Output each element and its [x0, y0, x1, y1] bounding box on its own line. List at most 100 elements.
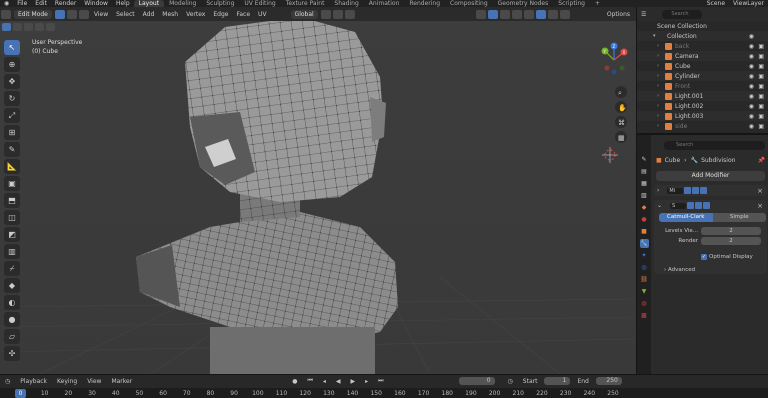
- extrude-tool-icon[interactable]: ⬒: [4, 193, 20, 208]
- physics-tab-icon[interactable]: ◎: [640, 263, 649, 272]
- timeline-editor-icon[interactable]: ◷: [0, 378, 15, 385]
- workspace-tab-shading[interactable]: Shading: [329, 0, 363, 7]
- menu-help[interactable]: Help: [112, 0, 134, 7]
- blender-logo-icon[interactable]: ◉: [0, 0, 13, 7]
- properties-search-input[interactable]: Search: [664, 141, 765, 150]
- loop-cut-tool-icon[interactable]: ▥: [4, 244, 20, 259]
- add-cube-tool-icon[interactable]: ▣: [4, 176, 20, 191]
- inset-tool-icon[interactable]: ◫: [4, 210, 20, 225]
- workspace-tab-uv-editing[interactable]: UV Editing: [239, 0, 280, 7]
- eye-icon[interactable]: ◉: [749, 43, 754, 50]
- viewport-menu-vertex[interactable]: Vertex: [182, 11, 209, 18]
- eye-icon[interactable]: ◉: [749, 123, 754, 130]
- viewport-menu-face[interactable]: Face: [232, 11, 254, 18]
- outliner-search-input[interactable]: Search: [662, 9, 703, 19]
- tool-tab-icon[interactable]: ✎: [640, 155, 649, 164]
- item-expand-icon[interactable]: ›: [657, 53, 659, 59]
- edit-mode-toggle-icon[interactable]: [687, 202, 695, 209]
- item-expand-icon[interactable]: ›: [657, 93, 659, 99]
- workspace-tab-scripting[interactable]: Scripting: [553, 0, 590, 7]
- outliner-item[interactable]: › back ◉ ▣: [637, 41, 768, 51]
- move-tool-icon[interactable]: ✥: [4, 74, 20, 89]
- modifier-collapse-icon[interactable]: ⌄: [657, 202, 662, 209]
- constraints-tab-icon[interactable]: ⛓: [640, 275, 649, 284]
- viewport-menu-edge[interactable]: Edge: [209, 11, 232, 18]
- jump-start-icon[interactable]: ⏮: [302, 377, 317, 385]
- viewport-toggle-icon[interactable]: [695, 202, 703, 209]
- render-toggle-icon[interactable]: [700, 187, 708, 194]
- remove-modifier-icon[interactable]: ×: [757, 202, 763, 210]
- select-mode-new-icon[interactable]: [2, 22, 11, 31]
- viewport-menu-mesh[interactable]: Mesh: [158, 11, 182, 18]
- item-expand-icon[interactable]: ›: [657, 63, 659, 69]
- smooth-tool-icon[interactable]: ●: [4, 312, 20, 327]
- workspace-tab-modeling[interactable]: Modeling: [164, 0, 201, 7]
- collection-expand-icon[interactable]: ▾: [653, 33, 656, 39]
- scale-tool-icon[interactable]: ⤢: [4, 108, 20, 123]
- eye-icon[interactable]: ◉: [749, 63, 754, 70]
- knife-tool-icon[interactable]: ⌿: [4, 261, 20, 276]
- xray-icon[interactable]: [511, 9, 522, 19]
- item-expand-icon[interactable]: ›: [657, 103, 659, 109]
- outliner-item[interactable]: › Front ◉ ▣: [637, 81, 768, 91]
- workspace-tab-sculpting[interactable]: Sculpting: [201, 0, 239, 7]
- pin-icon[interactable]: 📌: [758, 157, 765, 164]
- 3d-viewport[interactable]: Edit Mode View Select Add Mesh Vertex Ed…: [0, 7, 636, 374]
- pan-hand-icon[interactable]: ✋: [615, 101, 627, 113]
- render-levels-input[interactable]: 2: [701, 237, 761, 245]
- eye-icon[interactable]: ◉: [749, 113, 754, 120]
- levels-viewport-input[interactable]: 2: [701, 227, 761, 235]
- outliner-item[interactable]: › Light.003 ◉ ▣: [637, 111, 768, 121]
- menu-render[interactable]: Render: [51, 0, 80, 7]
- poly-build-tool-icon[interactable]: ◆: [4, 278, 20, 293]
- preview-range-icon[interactable]: ◷: [503, 378, 518, 385]
- rip-tool-icon[interactable]: ✣: [4, 346, 20, 361]
- item-expand-icon[interactable]: ›: [657, 83, 659, 89]
- outliner-item[interactable]: › Cylinder ◉ ▣: [637, 71, 768, 81]
- scene-tab-icon[interactable]: ◆: [640, 203, 649, 212]
- outliner-item[interactable]: › side ◉ ▣: [637, 121, 768, 131]
- render-camera-icon[interactable]: ▣: [758, 43, 764, 50]
- navigation-gizmo[interactable]: X Y Z ⌕ ✋ ⌘ ▦: [596, 42, 632, 152]
- pivot-icon[interactable]: [320, 9, 331, 19]
- render-camera-icon[interactable]: ▣: [758, 123, 764, 130]
- item-expand-icon[interactable]: ›: [657, 113, 659, 119]
- material-tab-icon[interactable]: ◍: [640, 299, 649, 308]
- object-tab-icon[interactable]: ■: [640, 227, 649, 236]
- add-modifier-button[interactable]: Add Modifier: [656, 171, 765, 181]
- proportional-edit-icon[interactable]: [344, 9, 355, 19]
- eye-icon[interactable]: ◉: [749, 103, 754, 110]
- transform-tool-icon[interactable]: ⊞: [4, 125, 20, 140]
- viewport-menu-select[interactable]: Select: [112, 11, 139, 18]
- workspace-tab-compositing[interactable]: Compositing: [445, 0, 493, 7]
- edit-mode-toggle-icon[interactable]: [684, 187, 692, 194]
- rendered-shading-icon[interactable]: [559, 9, 570, 19]
- view-layer-selector[interactable]: ViewLayer: [729, 0, 768, 7]
- modifier-name-field[interactable]: S: [670, 202, 687, 209]
- editor-type-icon[interactable]: [1, 9, 11, 19]
- solid-shading-icon[interactable]: [535, 9, 546, 19]
- edge-select-icon[interactable]: [66, 9, 77, 19]
- scene-selector[interactable]: Scene: [703, 0, 729, 7]
- select-box-tool-icon[interactable]: ↖: [4, 40, 20, 55]
- current-frame-input[interactable]: 0: [458, 377, 495, 385]
- transform-orientation-dropdown[interactable]: Global: [290, 9, 318, 19]
- timeline-menu-keying[interactable]: Keying: [52, 378, 82, 385]
- render-camera-icon[interactable]: ▣: [758, 93, 764, 100]
- eye-icon[interactable]: ◉: [749, 83, 754, 90]
- zoom-icon[interactable]: ⌕: [615, 86, 627, 98]
- playhead[interactable]: 0: [15, 389, 26, 398]
- view-layer-tab-icon[interactable]: ▧: [640, 191, 649, 200]
- optimal-display-checkbox[interactable]: ✓ Optimal Display: [701, 254, 753, 260]
- output-tab-icon[interactable]: ▦: [640, 179, 649, 188]
- outliner-item[interactable]: › Camera ◉ ▣: [637, 51, 768, 61]
- material-shading-icon[interactable]: [547, 9, 558, 19]
- face-select-icon[interactable]: [78, 9, 89, 19]
- timeline-menu-view[interactable]: View: [82, 378, 106, 385]
- play-reverse-icon[interactable]: ◀: [331, 378, 346, 385]
- eye-icon[interactable]: ◉: [749, 93, 754, 100]
- render-tab-icon[interactable]: ▤: [640, 167, 649, 176]
- select-mode-subtract-icon[interactable]: [24, 22, 33, 31]
- render-toggle-icon[interactable]: [703, 202, 711, 209]
- measure-tool-icon[interactable]: 📐: [4, 159, 20, 174]
